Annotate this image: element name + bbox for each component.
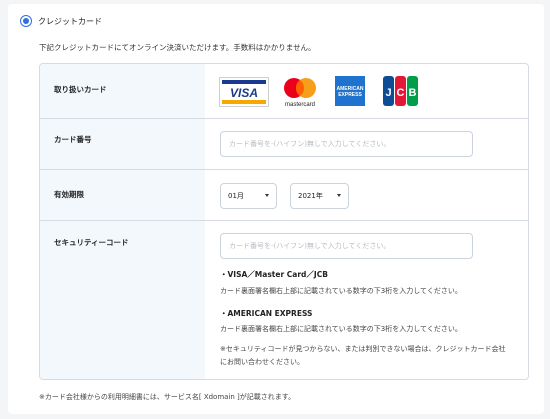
expiry-row: 有効期限 01月 2021年 xyxy=(40,170,528,221)
note-visa-mc-jcb-title: ・VISA／Master Card／JCB xyxy=(220,270,328,279)
expiry-label: 有効期限 xyxy=(54,190,84,199)
note-amex-title: ・AMERICAN EXPRESS xyxy=(220,309,313,318)
accepted-cards-label: 取り扱いカード xyxy=(54,85,107,94)
credit-card-panel: クレジットカード 下記クレジットカードにてオンライン決済いただけます。手数料はか… xyxy=(8,4,544,414)
visa-logo-icon: VISA xyxy=(219,77,269,107)
svg-text:C: C xyxy=(397,87,405,99)
note-amex-text: カード裏面署名欄右上部に記載されている数字の下3桁を入力してください。 xyxy=(220,325,462,333)
expiry-year-select[interactable]: 2021年 xyxy=(290,183,349,209)
expiry-month-select[interactable]: 01月 xyxy=(220,183,277,209)
accepted-cards-row: 取り扱いカード VISA mastercard AMERICAN EXPRESS… xyxy=(40,64,528,119)
card-number-row: カード番号 カード番号を-(ハイフン)無しで入力してください。 xyxy=(40,119,528,170)
radio-selected-dot xyxy=(23,18,29,24)
radio-button[interactable] xyxy=(20,15,32,27)
svg-text:B: B xyxy=(409,87,417,99)
note-visa-mc-jcb-text: カード裏面署名欄右上部に記載されている数字の下3桁を入力してください。 xyxy=(220,287,462,295)
amex-wordmark-line2: EXPRESS xyxy=(338,92,362,98)
security-code-row: セキュリティーコード カード番号を-(ハイフン)無しで入力してください。 ・VI… xyxy=(40,221,528,379)
expiry-year-value: 2021年 xyxy=(298,192,323,200)
intro-text: 下記クレジットカードにてオンライン決済いただけます。手数料はかかりません。 xyxy=(39,43,316,52)
credit-card-form: 取り扱いカード VISA mastercard AMERICAN EXPRESS… xyxy=(39,63,529,380)
payment-option-credit-card[interactable]: クレジットカード xyxy=(20,15,102,27)
chevron-down-icon xyxy=(265,194,269,197)
chevron-down-icon xyxy=(337,194,341,197)
expiry-month-value: 01月 xyxy=(228,192,244,200)
note-unknown-code: ※セキュリティコードが見つからない、または判別できない場合は、クレジットカード会… xyxy=(220,345,506,366)
card-number-input[interactable]: カード番号を-(ハイフン)無しで入力してください。 xyxy=(220,131,473,157)
jcb-logo-icon: J C B xyxy=(383,76,418,106)
visa-wordmark: VISA xyxy=(230,86,258,100)
payment-option-label: クレジットカード xyxy=(38,16,102,26)
mastercard-wordmark: mastercard xyxy=(285,102,315,108)
mastercard-logo-icon: mastercard xyxy=(284,78,316,108)
amex-logo-icon: AMERICAN EXPRESS xyxy=(335,76,365,106)
svg-text:J: J xyxy=(385,87,391,99)
security-code-input[interactable]: カード番号を-(ハイフン)無しで入力してください。 xyxy=(220,233,473,259)
card-number-label: カード番号 xyxy=(54,135,92,144)
footer-note: ※カード会社様からの利用明細書には、サービス名[ Xdomain ]が記載されま… xyxy=(39,393,296,401)
security-code-label: セキュリティーコード xyxy=(54,238,129,247)
